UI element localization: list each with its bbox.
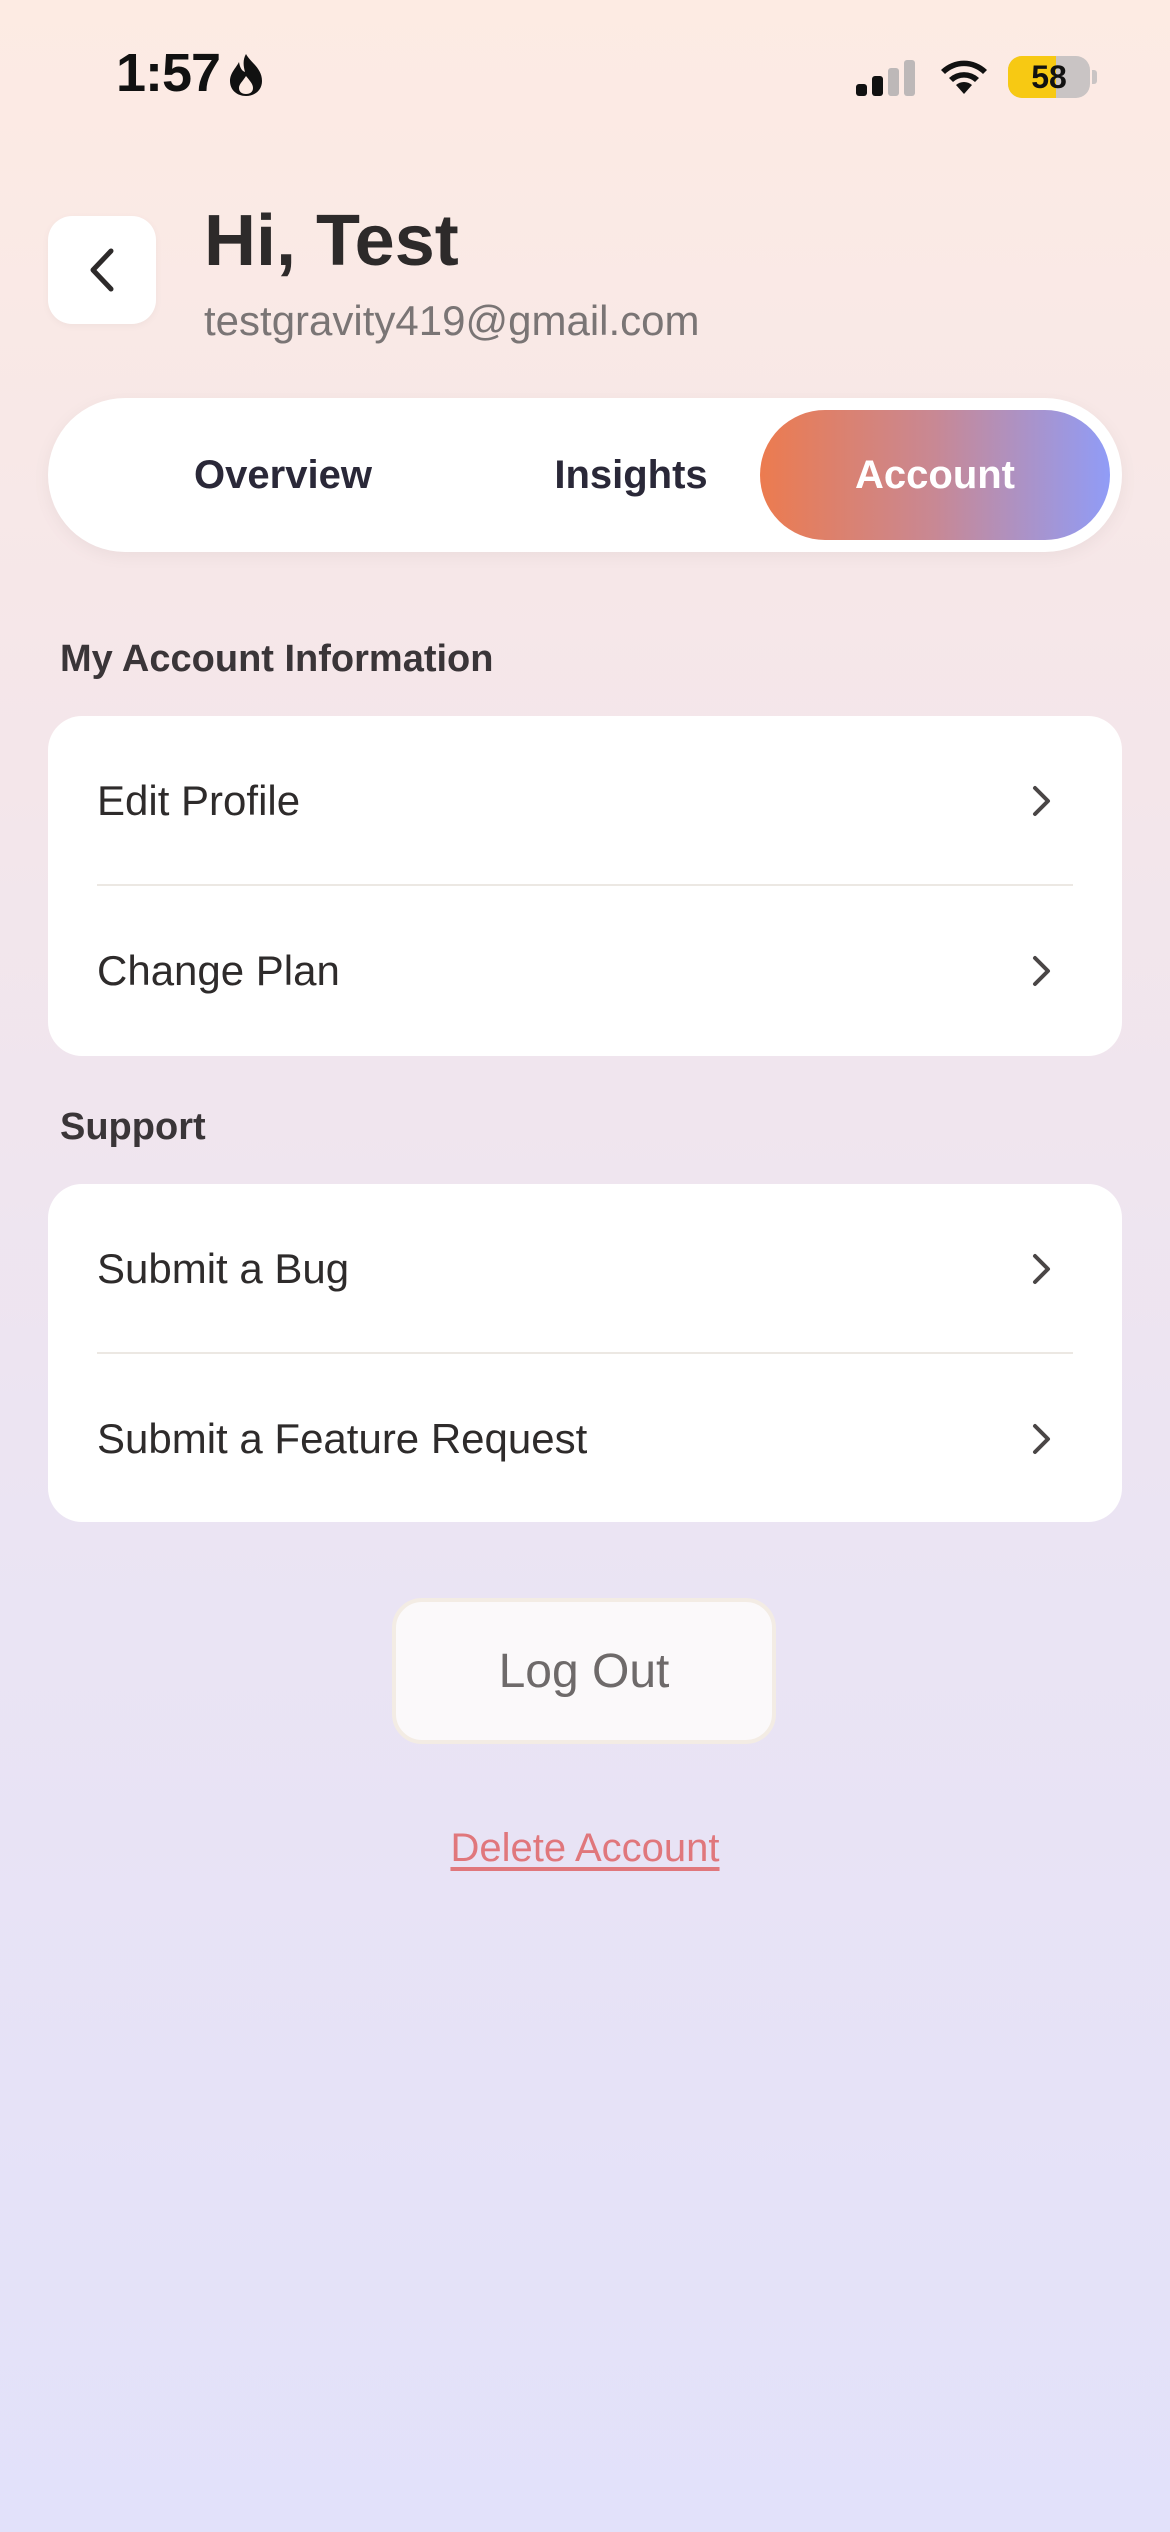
tab-account[interactable]: Account	[760, 410, 1110, 540]
status-time: 1:57	[116, 43, 221, 103]
page-title: Hi, Test	[204, 201, 459, 281]
row-label: Change Plan	[97, 947, 340, 994]
delete-account-link: Delete Account	[0, 1826, 1170, 1871]
tab-overview[interactable]: Overview	[108, 410, 458, 540]
section-title-support: Support	[60, 1106, 206, 1148]
back-button[interactable]	[48, 216, 156, 324]
chevron-right-icon	[1033, 786, 1050, 816]
change-plan-row[interactable]: Change Plan	[48, 886, 1122, 1056]
submit-feature-request-row[interactable]: Submit a Feature Request	[48, 1354, 1122, 1524]
edit-profile-row[interactable]: Edit Profile	[48, 716, 1122, 886]
tab-insights[interactable]: Insights	[456, 410, 806, 540]
focus-flame-icon	[230, 54, 262, 96]
chevron-right-icon	[1033, 1254, 1050, 1284]
chevron-right-icon	[1033, 1424, 1050, 1454]
battery-icon: 58	[1008, 56, 1090, 98]
submit-bug-row[interactable]: Submit a Bug	[48, 1184, 1122, 1354]
support-card: Submit a Bug Submit a Feature Request	[48, 1184, 1122, 1522]
chevron-left-icon	[90, 248, 114, 292]
section-title-account: My Account Information	[60, 638, 494, 680]
battery-cap	[1092, 70, 1097, 84]
wifi-icon	[941, 60, 987, 94]
account-card: Edit Profile Change Plan	[48, 716, 1122, 1056]
battery-level: 58	[1031, 59, 1067, 95]
status-bar: 1:57 58	[0, 0, 1170, 150]
row-label: Edit Profile	[97, 777, 301, 824]
delete-account-label[interactable]: Delete Account	[450, 1826, 719, 1870]
segmented-tabs: Overview Insights Account	[48, 398, 1122, 552]
row-label: Submit a Feature Request	[97, 1415, 588, 1462]
row-label: Submit a Bug	[97, 1245, 350, 1292]
user-email: testgravity419@gmail.com	[204, 297, 700, 344]
chevron-right-icon	[1033, 956, 1050, 986]
cellular-signal-icon	[856, 60, 915, 96]
logout-button[interactable]: Log Out	[392, 1598, 776, 1744]
